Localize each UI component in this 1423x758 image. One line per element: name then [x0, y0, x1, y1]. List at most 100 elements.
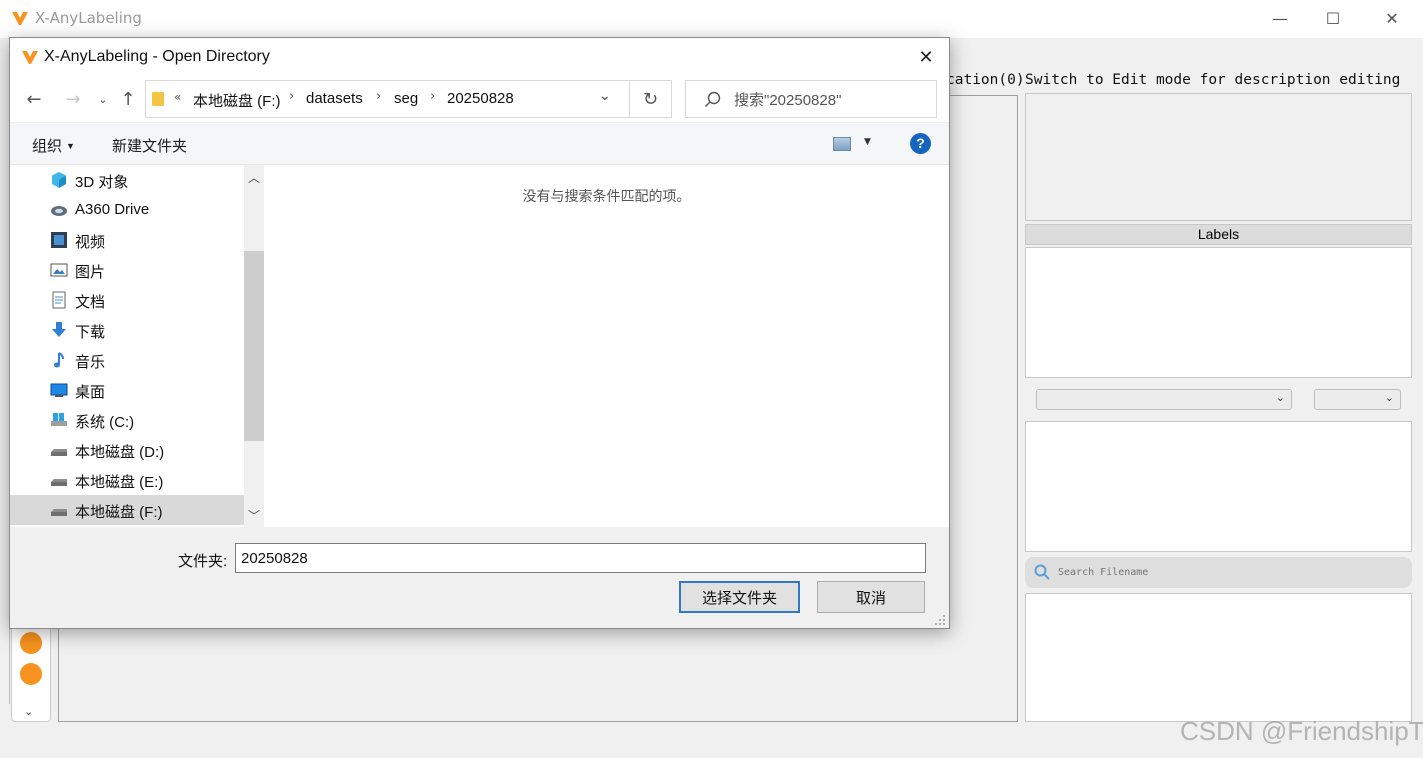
nav-item-label: 系统 (C:)	[75, 414, 135, 431]
file-content-pane[interactable]: 没有与搜索条件匹配的项。	[264, 165, 949, 527]
nav-item-label: 本地磁盘 (E:)	[75, 474, 164, 491]
address-overflow[interactable]: «	[174, 90, 181, 104]
pictures-icon	[50, 263, 68, 277]
folder-label: 文件夹:	[178, 553, 228, 570]
a360-drive-icon	[51, 206, 67, 216]
breadcrumb-datasets[interactable]: datasets	[306, 90, 363, 107]
watermark: CSDN @FriendshipT	[1180, 716, 1423, 746]
nav-item-3d-objects[interactable]: 3D 对象	[10, 165, 244, 195]
resize-grip-icon[interactable]	[934, 614, 946, 626]
search-input[interactable]	[734, 90, 929, 110]
desktop-icon	[50, 383, 68, 397]
help-button[interactable]: ?	[910, 133, 931, 154]
app-logo-icon	[12, 12, 28, 25]
nav-item-system-c[interactable]: 系统 (C:)	[10, 405, 244, 435]
nav-item-label: 本地磁盘 (D:)	[75, 444, 165, 461]
drive-icon	[51, 449, 67, 456]
new-folder-button[interactable]: 新建文件夹	[112, 135, 187, 156]
forward-button[interactable]: →	[60, 86, 86, 112]
nav-item-drive-e[interactable]: 本地磁盘 (E:)	[10, 465, 244, 495]
nav-item-pictures[interactable]: 图片	[10, 255, 244, 285]
recent-locations-button[interactable]: ⌄	[90, 86, 116, 112]
nav-item-label: 下载	[75, 324, 106, 341]
nav-item-label: 视频	[75, 234, 106, 251]
label-filter-select[interactable]: ⌄	[1036, 389, 1292, 410]
group-filter-select[interactable]: ⌄	[1314, 389, 1401, 410]
search-box[interactable]	[685, 80, 937, 118]
folder-icon	[152, 92, 164, 106]
music-icon	[54, 352, 64, 368]
search-filename-box[interactable]	[1025, 557, 1412, 588]
address-bar[interactable]: « 本地磁盘 (F:) › datasets › seg › 20250828 …	[145, 80, 630, 118]
breadcrumb-drive[interactable]: 本地磁盘 (F:)	[193, 90, 281, 111]
search-filename-input[interactable]	[1058, 563, 1398, 582]
main-titlebar: X-AnyLabeling — ☐ ✕	[0, 0, 1423, 38]
scroll-up-icon[interactable]: ︿	[248, 169, 260, 186]
ai-model-icon[interactable]	[20, 632, 42, 654]
search-icon	[1034, 564, 1050, 580]
navigation-bar: ← → ⌄ ↑ « 本地磁盘 (F:) › datasets › seg › 2…	[10, 76, 949, 122]
drive-icon	[51, 479, 67, 486]
labels-list[interactable]	[1025, 247, 1412, 378]
nav-item-a360-drive[interactable]: A360 Drive	[10, 195, 244, 225]
up-button[interactable]: ↑	[115, 86, 141, 112]
shapes-list[interactable]	[1025, 421, 1412, 552]
organize-menu[interactable]: 组织 ▼	[32, 135, 75, 156]
image-tool-icon[interactable]	[20, 663, 42, 685]
nav-item-label: 文档	[75, 294, 106, 311]
select-folder-button[interactable]: 选择文件夹	[679, 581, 800, 613]
nav-item-documents[interactable]: 文档	[10, 285, 244, 315]
empty-results-message: 没有与搜索条件匹配的项。	[522, 188, 691, 204]
videos-icon	[51, 232, 67, 248]
breadcrumb-current[interactable]: 20250828	[447, 90, 514, 107]
caret-down-icon[interactable]: ▼	[864, 137, 871, 147]
nav-item-drive-d[interactable]: 本地磁盘 (D:)	[10, 435, 244, 465]
left-toolbar: ⌄	[11, 620, 51, 722]
nav-item-drive-f[interactable]: 本地磁盘 (F:)	[10, 495, 244, 525]
description-header: cation(0)	[946, 72, 1025, 88]
refresh-button[interactable]: ↻	[630, 80, 672, 118]
nav-item-label: 本地磁盘 (F:)	[75, 504, 163, 521]
downloads-icon	[52, 322, 66, 337]
nav-item-downloads[interactable]: 下载	[10, 315, 244, 345]
view-mode-icon[interactable]	[833, 137, 851, 151]
minimize-button[interactable]: —	[1250, 0, 1310, 36]
breadcrumb-seg[interactable]: seg	[394, 90, 418, 107]
labels-header: Labels	[1025, 224, 1412, 245]
drive-icon	[51, 509, 67, 516]
cancel-button[interactable]: 取消	[817, 581, 925, 613]
toolbar-expand-icon[interactable]: ⌄	[24, 705, 33, 718]
back-button[interactable]: ←	[21, 86, 47, 112]
file-list[interactable]	[1025, 593, 1412, 722]
3d-objects-icon	[52, 172, 66, 188]
nav-item-label: 音乐	[75, 354, 106, 371]
nav-item-videos[interactable]: 视频	[10, 225, 244, 255]
system-drive-icon	[51, 413, 67, 426]
scroll-down-icon[interactable]: ﹀	[248, 507, 260, 524]
address-dropdown-icon[interactable]: ⌄	[599, 88, 611, 104]
folder-name-input[interactable]	[235, 543, 926, 573]
navigation-pane: 3D 对象 A360 Drive 视频 图片 文档 下载 音乐 桌面 系统 (C…	[10, 165, 264, 527]
maximize-button[interactable]: ☐	[1303, 0, 1363, 36]
close-window-button[interactable]: ✕	[1362, 0, 1422, 36]
nav-item-label: A360 Drive	[75, 201, 150, 218]
chevron-right-icon[interactable]: ›	[376, 89, 381, 104]
nav-item-label: 桌面	[75, 384, 106, 401]
navigation-scrollbar[interactable]: ︿ ﹀	[244, 165, 264, 527]
caret-down-icon: ▼	[66, 141, 75, 151]
dialog-titlebar: X-AnyLabeling - Open Directory ✕	[10, 38, 949, 76]
chevron-down-icon: ⌄	[1384, 391, 1394, 404]
organize-label: 组织	[32, 138, 63, 155]
chevron-right-icon[interactable]: ›	[289, 89, 294, 104]
open-directory-dialog: X-AnyLabeling - Open Directory ✕ ← → ⌄ ↑…	[9, 37, 950, 629]
dialog-close-button[interactable]: ✕	[906, 40, 946, 74]
scrollbar-thumb[interactable]	[244, 251, 264, 441]
dialog-title: X-AnyLabeling - Open Directory	[44, 48, 270, 65]
documents-icon	[52, 291, 66, 309]
nav-item-desktop[interactable]: 桌面	[10, 375, 244, 405]
chevron-right-icon[interactable]: ›	[430, 89, 435, 104]
nav-item-music[interactable]: 音乐	[10, 345, 244, 375]
description-box[interactable]	[1025, 93, 1412, 221]
nav-item-label: 3D 对象	[75, 174, 129, 191]
command-bar: 组织 ▼ 新建文件夹 ▼ ?	[10, 123, 949, 165]
